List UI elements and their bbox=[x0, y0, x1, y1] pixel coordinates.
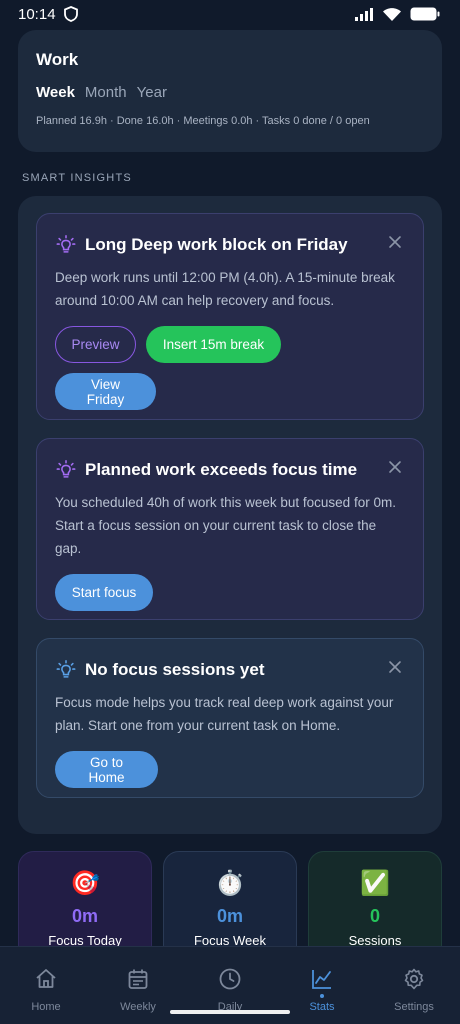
insight-title: No focus sessions yet bbox=[85, 660, 265, 679]
insight-body: Deep work runs until 12:00 PM (4.0h). A … bbox=[55, 270, 395, 308]
nav-label: Weekly bbox=[120, 1001, 156, 1013]
nav-label: Stats bbox=[309, 1001, 335, 1013]
view-friday-button[interactable]: View Friday bbox=[55, 373, 156, 410]
wifi-icon bbox=[383, 7, 401, 21]
check-icon: ✅ bbox=[360, 870, 390, 897]
insert-break-button[interactable]: Insert 15m break bbox=[146, 326, 281, 363]
focus-today-tile: 🎯 0m Focus Today bbox=[18, 851, 152, 961]
calendar-icon bbox=[128, 969, 148, 989]
insight-title: Long Deep work block on Friday bbox=[85, 235, 348, 254]
tile-value: 0 bbox=[369, 906, 380, 926]
clock-icon bbox=[219, 968, 241, 990]
close-icon[interactable] bbox=[387, 659, 403, 675]
close-icon[interactable] bbox=[387, 234, 403, 250]
home-icon bbox=[36, 969, 56, 988]
status-time: 10:14 bbox=[18, 5, 56, 23]
summary-card: Work Week Month Year Planned 16.9h · Don… bbox=[18, 30, 442, 152]
tab-month[interactable]: Month bbox=[85, 84, 127, 101]
lightbulb-icon bbox=[56, 660, 76, 678]
nav-item-settings[interactable]: Settings bbox=[374, 967, 454, 1013]
go-home-button[interactable]: Go to Home bbox=[55, 751, 158, 788]
insight-card: Planned work exceeds focus time You sche… bbox=[36, 438, 424, 620]
insights-panel: Long Deep work block on Friday Deep work… bbox=[18, 196, 442, 834]
lightbulb-icon bbox=[56, 235, 76, 253]
target-icon: 🎯 bbox=[70, 870, 100, 897]
tile-value: 0m bbox=[71, 906, 98, 926]
insight-body: Focus mode helps you track real deep wor… bbox=[55, 695, 394, 733]
nav-label: Settings bbox=[394, 1001, 434, 1013]
nav-item-stats[interactable]: Stats bbox=[282, 967, 362, 1013]
home-indicator[interactable] bbox=[170, 1010, 290, 1014]
battery-icon bbox=[410, 7, 440, 21]
shield-icon bbox=[63, 6, 78, 22]
signal-icon bbox=[355, 8, 373, 21]
insight-card: Long Deep work block on Friday Deep work… bbox=[36, 213, 424, 420]
insight-card: No focus sessions yet Focus mode helps y… bbox=[36, 638, 424, 798]
period-tabs: Week Month Year bbox=[36, 84, 424, 101]
close-icon[interactable] bbox=[387, 459, 403, 475]
nav-item-home[interactable]: Home bbox=[6, 967, 86, 1013]
insight-body: You scheduled 40h of work this week but … bbox=[55, 495, 396, 556]
active-indicator bbox=[320, 994, 324, 998]
lightbulb-icon bbox=[56, 460, 76, 478]
section-label: SMART INSIGHTS bbox=[22, 172, 132, 184]
tab-year[interactable]: Year bbox=[137, 84, 167, 101]
preview-button[interactable]: Preview bbox=[55, 326, 136, 363]
nav-item-weekly[interactable]: Weekly bbox=[98, 967, 178, 1013]
stopwatch-icon: ⏱️ bbox=[215, 870, 245, 897]
nav-label: Home bbox=[31, 1001, 61, 1013]
sessions-tile: ✅ 0 Sessions bbox=[308, 851, 442, 961]
chart-icon bbox=[312, 970, 331, 989]
tile-value: 0m bbox=[216, 906, 243, 926]
status-bar: 10:14 bbox=[0, 0, 460, 28]
insight-title: Planned work exceeds focus time bbox=[85, 460, 358, 479]
focus-week-tile: ⏱️ 0m Focus Week bbox=[163, 851, 297, 961]
gear-icon bbox=[404, 968, 424, 990]
summary-title: Work bbox=[36, 50, 79, 69]
tab-week[interactable]: Week bbox=[36, 84, 75, 101]
start-focus-button[interactable]: Start focus bbox=[55, 574, 153, 611]
nav-item-daily[interactable]: Daily bbox=[190, 967, 270, 1013]
summary-stats: Planned 16.9h · Done 16.0h · Meetings 0.… bbox=[36, 115, 370, 127]
